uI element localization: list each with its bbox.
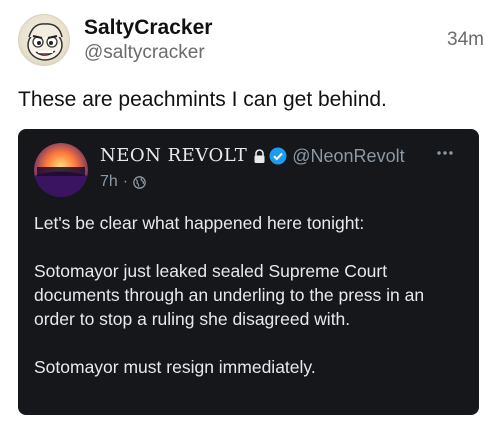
post: SaltyCracker @saltycracker 34m These are… (0, 0, 500, 425)
quoted-post-card[interactable]: NEON REVOLT @NeonRevolt 7h · Let's be cl… (18, 129, 479, 415)
quoted-handle[interactable]: @NeonRevolt (292, 145, 404, 167)
quoted-author-line: NEON REVOLT @NeonRevolt (100, 145, 463, 167)
quoted-post-header: NEON REVOLT @NeonRevolt 7h · (34, 143, 463, 201)
quoted-display-name[interactable]: NEON REVOLT (100, 145, 247, 167)
quoted-avatar[interactable] (34, 143, 88, 197)
user-handle[interactable]: @saltycracker (84, 41, 212, 65)
quoted-paragraph: Let's be clear what happened here tonigh… (34, 213, 365, 233)
lock-icon (253, 148, 266, 164)
post-text: These are peachmints I can get behind. (18, 88, 387, 111)
quoted-paragraph: Sotomayor must resign immediately. (34, 357, 316, 377)
avatar[interactable] (18, 14, 70, 66)
quoted-time-line: 7h · (100, 173, 463, 191)
quoted-time[interactable]: 7h (100, 173, 118, 191)
verified-badge-icon (269, 147, 287, 165)
post-header: SaltyCracker @saltycracker (18, 14, 482, 76)
quoted-meta: NEON REVOLT @NeonRevolt 7h · (100, 145, 463, 191)
display-name[interactable]: SaltyCracker (84, 15, 212, 41)
more-options-icon[interactable] (436, 146, 454, 158)
avatar-cartoon-image (27, 23, 63, 61)
post-timestamp[interactable]: 34m (447, 29, 484, 51)
quoted-paragraph: Sotomayor just leaked sealed Supreme Cou… (34, 261, 425, 329)
quoted-post-body: Let's be clear what happened here tonigh… (34, 211, 463, 379)
globe-icon (133, 175, 146, 189)
quoted-avatar-logo-image (34, 143, 88, 197)
author-block: SaltyCracker @saltycracker (84, 15, 212, 65)
separator-dot: · (122, 173, 129, 190)
